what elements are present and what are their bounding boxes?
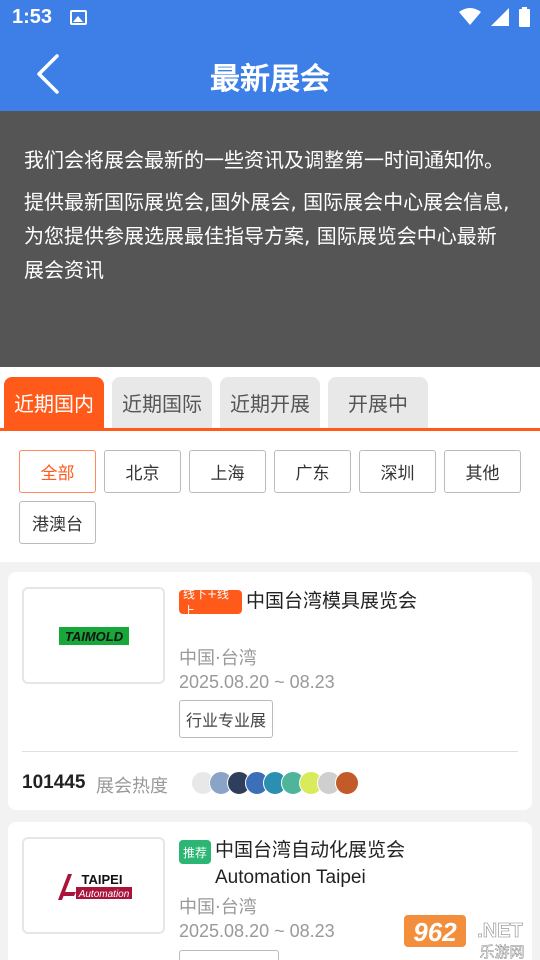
site-watermark: 962 .NET 乐游网: [398, 905, 538, 960]
status-time: 1:53: [12, 6, 53, 28]
filter-hk-macao-taiwan[interactable]: 港澳台: [19, 501, 96, 544]
filter-shanghai[interactable]: 上海: [189, 450, 266, 493]
exhibition-location: 中国·台湾: [179, 648, 257, 669]
watermark-number: 962: [413, 917, 457, 947]
page-title: 最新展会: [210, 62, 330, 97]
tab-opening-soon[interactable]: 近期开展: [220, 377, 320, 428]
category-tag: 行业专业展: [179, 700, 274, 738]
status-badge: 推荐: [179, 840, 211, 864]
status-icons: [459, 7, 530, 27]
intro-paragraph-2: 提供最新国际展览会,国外展会, 国际展会中心展会信息,为您提供参展选展最佳指导方…: [24, 190, 510, 282]
image-notification-icon: [70, 10, 87, 25]
app-header: 最新展会: [0, 36, 540, 111]
tab-bar: 近期国内 近期国际 近期开展 开展中: [0, 377, 540, 431]
exhibition-title[interactable]: 中国台湾模具展览会: [246, 587, 417, 615]
tab-ongoing[interactable]: 开展中: [328, 377, 428, 428]
visitor-avatars: [191, 771, 359, 795]
category-tag: [179, 950, 279, 960]
logo-text: TAIPEI: [81, 872, 122, 887]
exhibition-date: 2025.08.20 ~ 08.23: [179, 921, 335, 941]
signal-icon: [491, 8, 509, 26]
exhibition-title[interactable]: 中国台湾自动化展览会: [215, 836, 405, 864]
watermark-site: 乐游网: [479, 943, 524, 960]
heat-count: 101445: [22, 772, 86, 793]
exhibition-location: 中国·台湾: [179, 897, 257, 918]
watermark-net: .NET: [477, 920, 523, 942]
exhibition-logo: TAIMOLD: [22, 587, 165, 684]
exhibition-date: 2025.08.20 ~ 08.23: [179, 672, 335, 692]
heat-label: 展会热度: [96, 776, 168, 797]
filter-other[interactable]: 其他: [444, 450, 521, 493]
filter-beijing[interactable]: 北京: [104, 450, 181, 493]
intro-paragraph-1: 我们会将展会最新的一些资讯及调整第一时间通知你。: [24, 148, 504, 172]
tab-international[interactable]: 近期国际: [112, 377, 212, 428]
divider: [22, 751, 518, 752]
status-bar: 1:53: [0, 0, 540, 36]
filter-shenzhen[interactable]: 深圳: [359, 450, 436, 493]
filter-all[interactable]: 全部: [19, 450, 96, 493]
filter-guangdong[interactable]: 广东: [274, 450, 351, 493]
watermark-logo: 962 .NET 乐游网: [404, 915, 525, 960]
status-badge: 线下+线上: [179, 587, 242, 618]
avatar: [335, 771, 359, 795]
battery-icon: [519, 7, 530, 27]
automation-taipei-logo: TAIPEI Automation: [57, 872, 132, 900]
logo-text: Automation: [77, 889, 129, 900]
intro-section: 我们会将展会最新的一些资讯及调整第一时间通知你。 提供最新国际展览会,国外展会,…: [0, 111, 540, 367]
exhibition-logo: TAIPEI Automation: [22, 837, 165, 934]
taimold-logo: TAIMOLD: [58, 626, 129, 645]
logo-text: TAIMOLD: [64, 629, 123, 644]
exhibition-card[interactable]: TAIMOLD 线下+线上 中国台湾模具展览会 中国·台湾 2025.08.20…: [8, 572, 532, 810]
wifi-icon: [459, 8, 481, 25]
tabs-section: 近期国内 近期国际 近期开展 开展中 全部 北京 上海 广东 深圳 其他 港澳台: [0, 367, 540, 562]
tab-domestic[interactable]: 近期国内: [4, 377, 104, 428]
exhibition-title-english[interactable]: Automation Taipei: [215, 864, 366, 892]
